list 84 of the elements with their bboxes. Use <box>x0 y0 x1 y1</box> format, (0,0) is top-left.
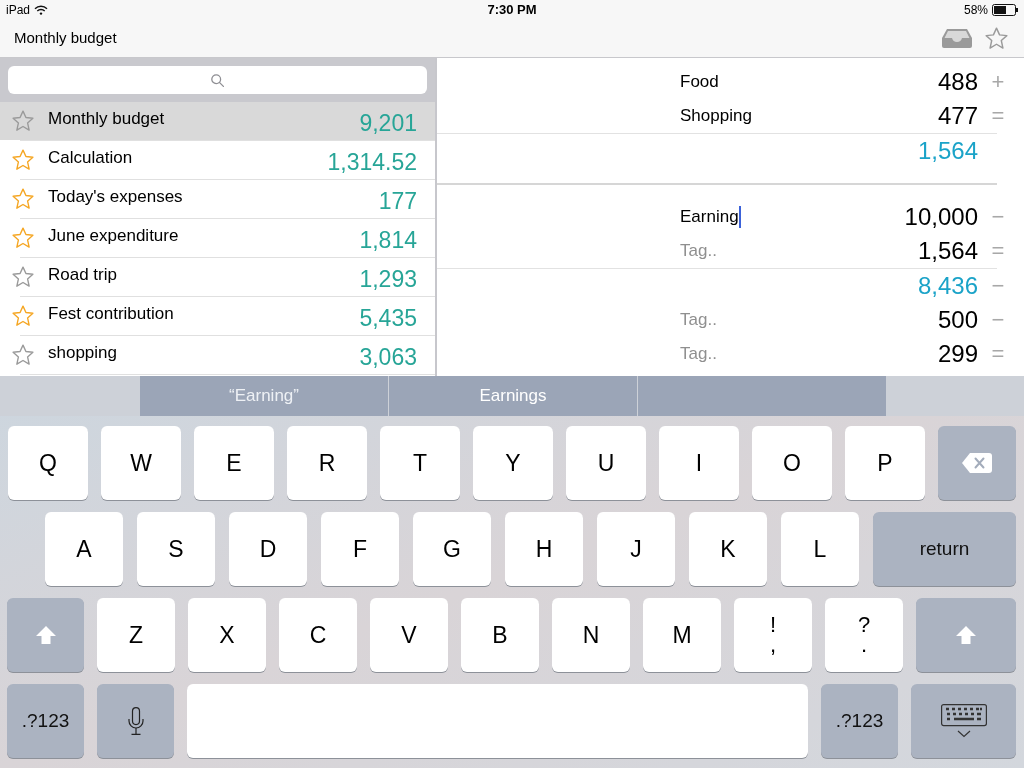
shift-key[interactable] <box>916 598 1016 672</box>
amount-value: 10,000 <box>904 203 978 231</box>
shift-arrow-icon <box>35 626 56 644</box>
amount-value: 1,564 <box>917 237 978 265</box>
device-name: iPad <box>6 2 31 19</box>
tag-field[interactable]: Earning <box>680 205 840 229</box>
letter-key[interactable]: M <box>643 598 721 672</box>
letter-key[interactable]: G <box>413 512 491 586</box>
amount-value: 477 <box>937 102 978 130</box>
battery-icon <box>992 4 1018 16</box>
punctuation-key[interactable]: ? . <box>825 598 903 672</box>
letter-key[interactable]: P <box>845 426 925 500</box>
star-icon[interactable] <box>12 227 34 249</box>
letter-key[interactable]: R <box>287 426 367 500</box>
backspace-icon <box>962 453 992 473</box>
microphone-key[interactable] <box>97 684 174 758</box>
letter-key[interactable]: L <box>781 512 859 586</box>
letter-key[interactable]: X <box>188 598 266 672</box>
star-icon[interactable] <box>12 149 34 171</box>
budget-title: shopping <box>48 342 117 364</box>
letter-key[interactable]: U <box>566 426 646 500</box>
nav-title: Monthly budget <box>14 28 117 49</box>
letter-key[interactable]: C <box>279 598 357 672</box>
budget-list-item[interactable]: Monthly budget 9,201 <box>0 102 435 140</box>
letter-key[interactable]: K <box>689 512 767 586</box>
letter-key[interactable]: B <box>461 598 539 672</box>
delete-key[interactable] <box>938 426 1016 500</box>
wifi-icon <box>34 5 49 15</box>
star-icon[interactable] <box>12 266 34 288</box>
letter-key[interactable]: W <box>101 426 181 500</box>
keyboard-dismiss-icon <box>940 704 987 738</box>
budget-total: 9,201 <box>359 109 417 137</box>
budget-title: Calculation <box>48 147 133 169</box>
shift-arrow-icon <box>956 626 976 644</box>
letter-key[interactable]: O <box>752 426 832 500</box>
microphone-icon <box>127 707 144 735</box>
letter-key[interactable]: J <box>597 512 675 586</box>
star-icon[interactable] <box>12 344 34 366</box>
budget-total: 5,435 <box>359 304 417 332</box>
battery-percent: 58% <box>963 2 988 19</box>
budget-total: 1,814 <box>359 226 417 254</box>
budget-title: Road trip <box>48 264 117 286</box>
letter-key[interactable]: H <box>505 512 583 586</box>
search-field[interactable] <box>8 66 427 94</box>
tag-field[interactable]: Shopping <box>680 104 840 128</box>
letter-key[interactable]: V <box>370 598 448 672</box>
budget-title: Monthly budget <box>48 108 165 130</box>
letter-key[interactable]: E <box>194 426 274 500</box>
amount-value: 500 <box>937 306 978 334</box>
clock-time: 7:30 PM <box>487 1 537 20</box>
letter-key[interactable]: Z <box>97 598 175 672</box>
letter-key[interactable]: Y <box>473 426 553 500</box>
budget-title: Today's expenses <box>48 186 183 208</box>
letter-key[interactable]: Q <box>8 426 88 500</box>
budget-title: Fest contribution <box>48 303 174 325</box>
shift-key[interactable] <box>7 598 84 672</box>
letter-key[interactable]: S <box>137 512 215 586</box>
letter-key[interactable]: A <box>45 512 123 586</box>
amount-value: 299 <box>937 340 978 368</box>
letter-key[interactable]: F <box>321 512 399 586</box>
search-icon <box>211 73 224 87</box>
punctuation-key[interactable]: ! , <box>734 598 812 672</box>
letter-key[interactable]: T <box>380 426 460 500</box>
budget-total: 1,314.52 <box>327 148 417 176</box>
budget-total: 3,063 <box>359 343 417 371</box>
tag-field[interactable]: Food <box>680 70 840 94</box>
budget-total: 1,293 <box>359 265 417 293</box>
letter-key[interactable]: N <box>552 598 630 672</box>
numbers-key[interactable]: .?123 <box>821 684 898 758</box>
hide-keyboard-key[interactable] <box>911 684 1016 758</box>
inbox-tray-icon[interactable] <box>942 29 972 48</box>
letter-key[interactable]: D <box>229 512 307 586</box>
return-key[interactable]: return <box>873 512 1016 586</box>
total-value: 8,436 <box>917 272 978 300</box>
budget-title: June expenditure <box>48 225 179 247</box>
numbers-key[interactable]: .?123 <box>7 684 84 758</box>
letter-key[interactable]: I <box>659 426 739 500</box>
star-icon[interactable] <box>12 305 34 327</box>
star-icon[interactable] <box>12 188 34 210</box>
star-icon[interactable] <box>12 110 34 132</box>
total-value: 1,564 <box>917 137 978 165</box>
budget-total: 177 <box>378 187 417 215</box>
star-icon[interactable] <box>985 27 1008 50</box>
amount-value: 488 <box>937 68 978 96</box>
